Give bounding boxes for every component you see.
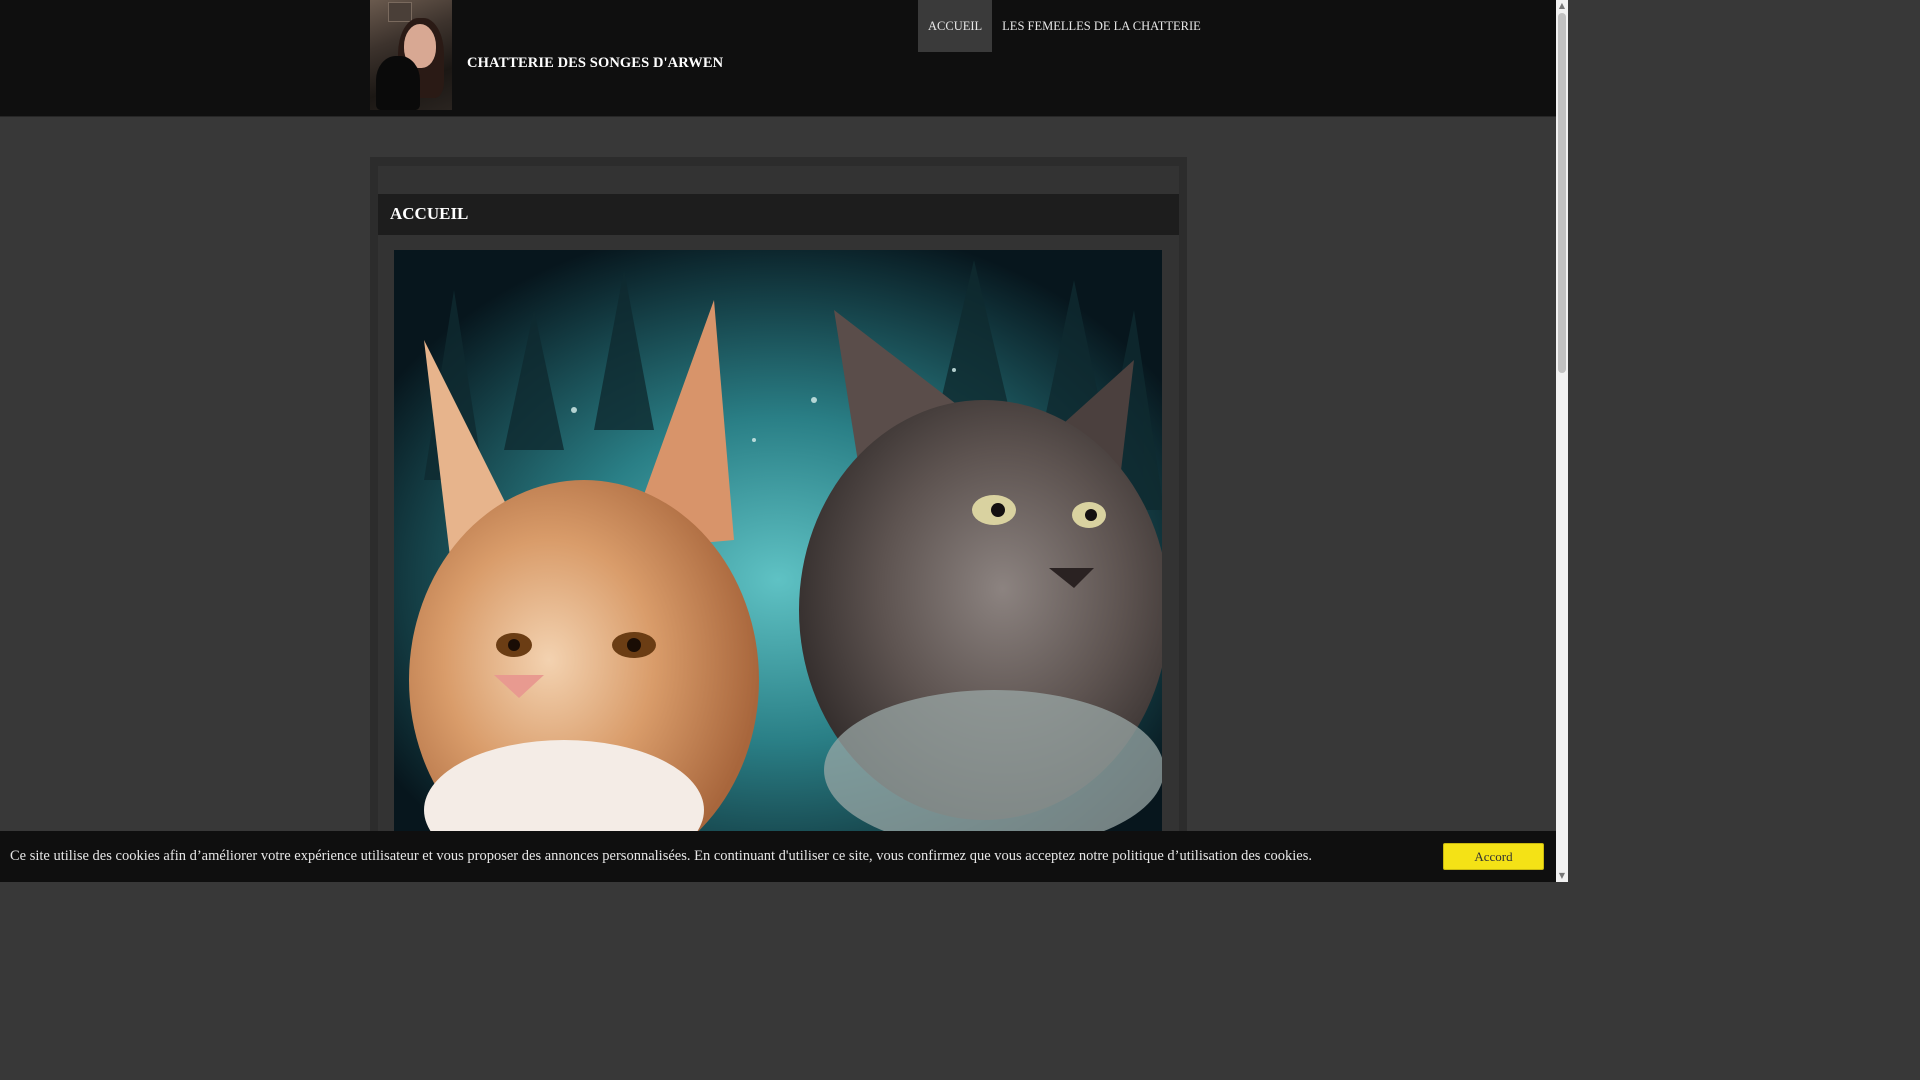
cookie-accept-button[interactable]: Accord	[1443, 843, 1544, 870]
site-header	[0, 0, 1556, 117]
main-nav: ACCUEIL LES FEMELLES DE LA CHATTERIE	[918, 0, 1211, 52]
scrollbar-thumb[interactable]	[1558, 13, 1566, 373]
avatar-background-frame	[388, 2, 412, 22]
nav-item-femelles[interactable]: LES FEMELLES DE LA CHATTERIE	[992, 0, 1211, 52]
site-title[interactable]: CHATTERIE DES SONGES D'ARWEN	[467, 55, 723, 72]
avatar-black-cat	[376, 56, 420, 110]
page-title: ACCUEIL	[390, 204, 469, 223]
hero-cats-painting	[394, 250, 1162, 850]
owner-avatar[interactable]	[370, 0, 452, 110]
scroll-down-arrow-icon[interactable]: ▼	[1556, 870, 1568, 882]
page-heading-bar	[378, 194, 1179, 235]
page-scrollbar[interactable]: ▲ ▼	[1556, 0, 1568, 882]
cookie-message: Ce site utilise des cookies afin d’améli…	[10, 848, 1312, 864]
cats-illustration	[394, 250, 1162, 850]
nav-item-accueil[interactable]: ACCUEIL	[918, 0, 993, 52]
scroll-up-arrow-icon[interactable]: ▲	[1556, 0, 1568, 12]
